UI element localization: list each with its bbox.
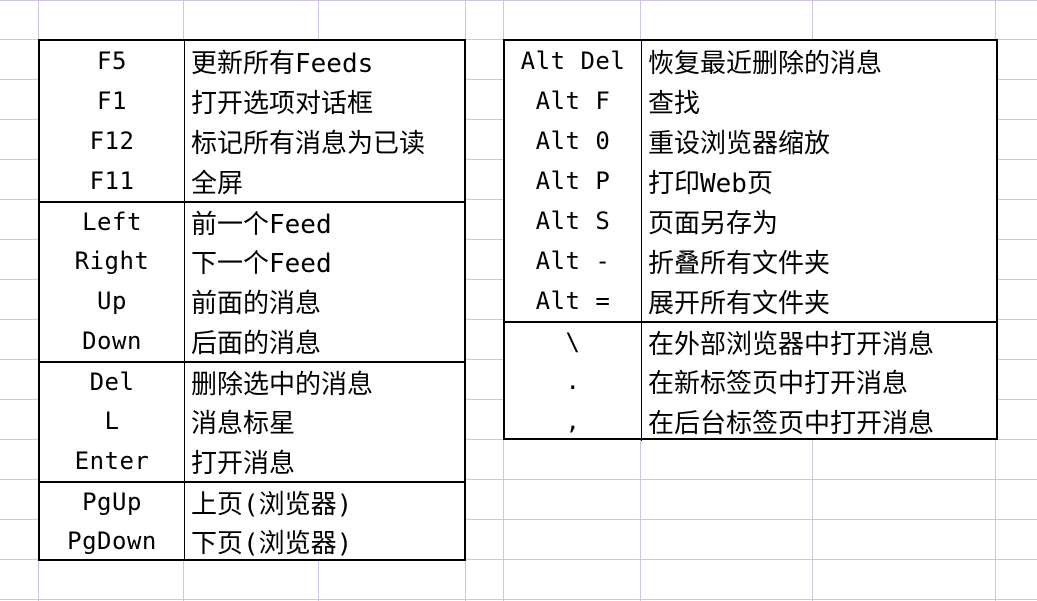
shortcut-key: Alt P [505, 161, 642, 201]
shortcut-key: PgDown [40, 521, 185, 561]
shortcut-group: \ 在外部浏览器中打开消息. 在新标签页中打开消息, 在后台标签页中打开消息 [505, 321, 996, 441]
shortcut-row: Alt 0 重设浏览器缩放 [505, 121, 996, 161]
shortcut-row: L 消息标星 [40, 401, 464, 441]
shortcut-description: 打印Web页 [648, 168, 773, 199]
shortcut-key: Alt Del [505, 41, 642, 81]
shortcut-row: Alt S 页面另存为 [505, 201, 996, 241]
shortcut-key: Left [40, 203, 185, 241]
shortcut-table-left: F5 更新所有Feeds F1 打开选项对话框 F12 标记所有消息为已读 F11 全屏 Lef… [38, 39, 466, 561]
shortcut-key: Alt - [505, 241, 642, 281]
shortcut-row: Alt - 折叠所有文件夹 [505, 241, 996, 281]
shortcut-row: F11 全屏 [40, 161, 464, 201]
shortcut-row: PgUp 上页(浏览器) [40, 483, 464, 521]
shortcut-key: L [40, 401, 185, 441]
shortcut-description: 下一个Feed [191, 248, 332, 279]
shortcut-key: F5 [40, 41, 185, 81]
shortcut-key: Del [40, 363, 185, 401]
shortcut-description: 查找 [648, 88, 701, 119]
shortcut-key: Right [40, 241, 185, 281]
shortcut-key: Alt F [505, 81, 642, 121]
shortcut-description: 删除选中的消息 [191, 369, 374, 400]
shortcut-group: Left 前一个Feed Right 下一个Feed Up 前面的消息 Down 后面的消息 [40, 201, 464, 361]
shortcut-row: Down 后面的消息 [40, 321, 464, 361]
shortcut-description: 上页(浏览器) [191, 489, 353, 520]
shortcut-description: 恢复最近删除的消息 [648, 48, 883, 79]
shortcut-key: F12 [40, 121, 185, 161]
shortcut-description: 折叠所有文件夹 [648, 248, 831, 279]
grid-line-horizontal [0, 0, 1037, 1]
shortcut-key: Alt S [505, 201, 642, 241]
shortcut-group: F5 更新所有Feeds F1 打开选项对话框 F12 标记所有消息为已读 F11 全屏 [40, 41, 464, 201]
shortcut-key: F11 [40, 161, 185, 201]
shortcut-row: F1 打开选项对话框 [40, 81, 464, 121]
shortcut-description: 更新所有Feeds [191, 48, 374, 79]
shortcut-key: \ [505, 323, 642, 361]
shortcut-group: Del 删除选中的消息 L 消息标星 Enter 打开消息 [40, 361, 464, 481]
shortcut-description: 页面另存为 [648, 208, 779, 239]
shortcut-table-right: Alt Del 恢复最近删除的消息 Alt F 查找 Alt 0 重设浏览器缩放 Alt P… [503, 39, 998, 441]
shortcut-row: F5 更新所有Feeds [40, 41, 464, 81]
shortcut-row: Alt = 展开所有文件夹 [505, 281, 996, 321]
shortcut-key: PgUp [40, 483, 185, 521]
shortcut-key: Down [40, 321, 185, 361]
shortcut-row: Enter 打开消息 [40, 441, 464, 481]
shortcut-row: Left 前一个Feed [40, 203, 464, 241]
shortcut-description: 后面的消息 [191, 328, 322, 359]
shortcut-key: , [505, 401, 642, 441]
shortcut-description: 在新标签页中打开消息 [648, 368, 909, 399]
shortcut-description: 前面的消息 [191, 288, 322, 319]
grid-line-horizontal [0, 599, 1037, 600]
shortcut-row: Alt Del 恢复最近删除的消息 [505, 41, 996, 81]
shortcut-description: 全屏 [191, 168, 244, 199]
shortcut-row: Up 前面的消息 [40, 281, 464, 321]
shortcut-row: Alt F 查找 [505, 81, 996, 121]
shortcut-row: . 在新标签页中打开消息 [505, 361, 996, 401]
shortcut-key: Alt = [505, 281, 642, 321]
shortcut-key: . [505, 361, 642, 401]
shortcut-key: F1 [40, 81, 185, 121]
shortcut-description: 重设浏览器缩放 [648, 128, 831, 159]
shortcut-row: Alt P 打印Web页 [505, 161, 996, 201]
shortcut-description: 在外部浏览器中打开消息 [648, 329, 935, 360]
shortcut-row: F12 标记所有消息为已读 [40, 121, 464, 161]
shortcut-key: Alt 0 [505, 121, 642, 161]
shortcut-row: \ 在外部浏览器中打开消息 [505, 323, 996, 361]
shortcut-description: 打开消息 [191, 448, 296, 479]
shortcut-key: Up [40, 281, 185, 321]
shortcut-key: Enter [40, 441, 185, 481]
shortcut-description: 展开所有文件夹 [648, 288, 831, 319]
shortcut-row: PgDown 下页(浏览器) [40, 521, 464, 561]
shortcut-description: 下页(浏览器) [191, 528, 353, 559]
shortcut-row: Right 下一个Feed [40, 241, 464, 281]
shortcut-row: , 在后台标签页中打开消息 [505, 401, 996, 441]
shortcut-group: PgUp 上页(浏览器) PgDown 下页(浏览器) [40, 481, 464, 561]
shortcut-row: Del 删除选中的消息 [40, 363, 464, 401]
shortcut-group: Alt Del 恢复最近删除的消息 Alt F 查找 Alt 0 重设浏览器缩放 Alt P… [505, 41, 996, 321]
shortcut-description: 在后台标签页中打开消息 [648, 408, 935, 439]
shortcut-description: 标记所有消息为已读 [191, 128, 426, 159]
shortcut-description: 消息标星 [191, 408, 296, 439]
shortcut-description: 前一个Feed [191, 209, 332, 240]
shortcut-description: 打开选项对话框 [191, 88, 374, 119]
